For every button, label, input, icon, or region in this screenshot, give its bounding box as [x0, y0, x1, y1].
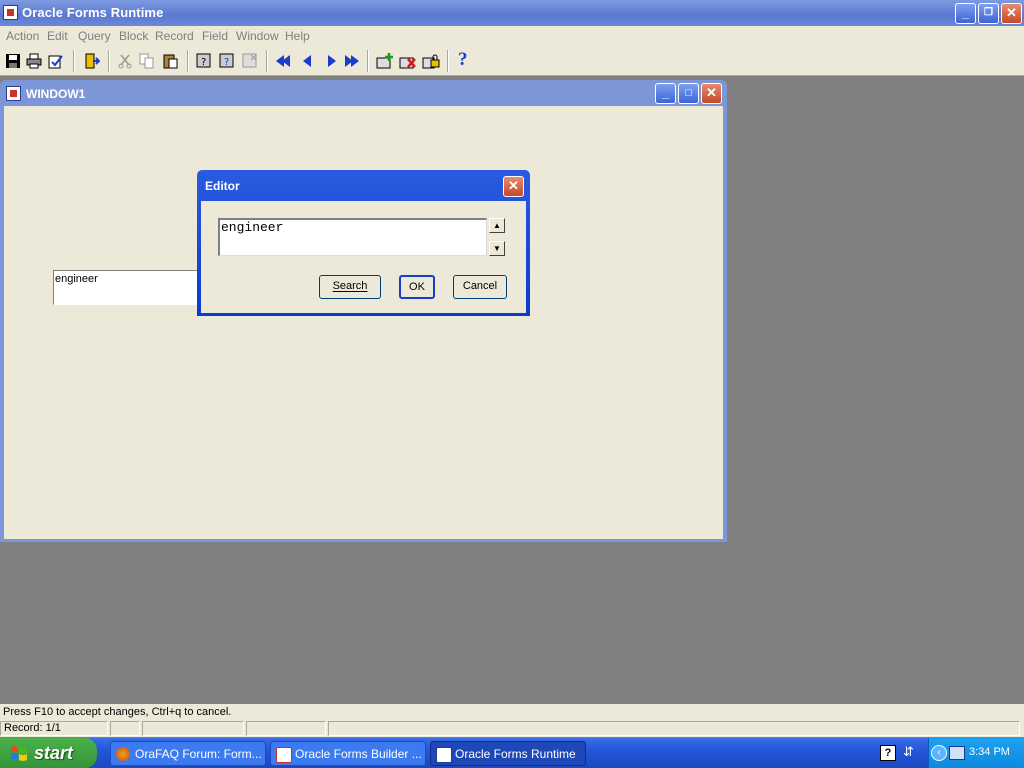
show-hidden-icons-icon[interactable]: ‹ [931, 745, 947, 761]
task-label: OraFAQ Forum: Form... [135, 747, 262, 761]
status-cell [110, 721, 140, 736]
paste-icon[interactable] [162, 53, 178, 69]
copy-icon [139, 53, 155, 69]
help-tray-icon[interactable]: ? [880, 745, 896, 761]
status-message: Press F10 to accept changes, Ctrl+q to c… [3, 706, 232, 718]
menu-action[interactable]: Action [6, 29, 39, 43]
status-cell [142, 721, 244, 736]
status-cell [246, 721, 326, 736]
taskbar-item-forms-runtime[interactable]: Oracle Forms Runtime [430, 741, 586, 766]
window1-icon [6, 86, 21, 101]
menu-bar: Action Edit Query Block Record Field Win… [0, 26, 1024, 46]
app-title: Oracle Forms Runtime [22, 5, 164, 20]
search-button-label: Search [332, 280, 368, 292]
window1-maximize-button[interactable]: □ [678, 83, 699, 104]
forms-runtime-icon [436, 747, 452, 763]
editor-body: engineer ▲ ▼ Search OK Cancel [201, 201, 526, 313]
clock: 3:34 PM [969, 746, 1010, 758]
cut-icon [117, 53, 133, 69]
next-record-icon[interactable] [324, 53, 340, 69]
forms-builder-icon [276, 747, 292, 763]
record-count: Record: 1/1 [4, 722, 61, 734]
notification-tray-icon[interactable]: ⇵ [903, 744, 915, 760]
menu-help[interactable]: Help [285, 29, 310, 43]
svg-text:?: ? [201, 57, 206, 68]
record-indicator: Record: 1/1 [0, 721, 108, 736]
menu-block[interactable]: Block [119, 29, 148, 43]
taskbar-item-forms-builder[interactable]: Oracle Forms Builder ... [270, 741, 426, 766]
search-button[interactable]: Search [319, 275, 381, 299]
editor-textarea[interactable]: engineer [218, 218, 487, 256]
editor-dialog: Editor ✕ engineer ▲ ▼ Search OK Cancel [197, 170, 530, 316]
window1-minimize-button[interactable]: _ [655, 83, 676, 104]
cancel-query-icon [242, 53, 258, 69]
remove-record-icon[interactable] [399, 53, 416, 69]
help-icon[interactable]: ? [458, 50, 474, 69]
task-label: Oracle Forms Runtime [455, 747, 576, 761]
start-button[interactable]: start [0, 738, 97, 768]
insert-record-icon[interactable] [376, 53, 393, 69]
menu-record[interactable]: Record [155, 29, 194, 43]
menu-query[interactable]: Query [78, 29, 111, 43]
last-record-icon[interactable] [344, 53, 360, 69]
close-button[interactable]: ✕ [1001, 3, 1022, 24]
previous-record-icon[interactable] [300, 53, 316, 69]
status-cell [328, 721, 1020, 736]
menu-edit[interactable]: Edit [47, 29, 68, 43]
first-record-icon[interactable] [276, 53, 292, 69]
exit-icon[interactable] [84, 53, 101, 69]
editor-title: Editor [205, 179, 240, 193]
save-icon[interactable] [5, 53, 21, 69]
scroll-up-button[interactable]: ▲ [489, 218, 505, 233]
window1-title: WINDOW1 [26, 87, 86, 101]
toolbar: ? ? ? [0, 46, 1024, 76]
message-line: Press F10 to accept changes, Ctrl+q to c… [0, 704, 1024, 720]
restore-button[interactable]: ❐ [978, 3, 999, 24]
status-bar: Record: 1/1 [0, 720, 1024, 737]
menu-field[interactable]: Field [202, 29, 228, 43]
cancel-button[interactable]: Cancel [453, 275, 507, 299]
scroll-down-button[interactable]: ▼ [489, 241, 505, 256]
windows-logo-icon [11, 746, 27, 761]
lock-record-icon[interactable] [422, 53, 440, 69]
system-tray: ‹ 3:34 PM [928, 738, 1024, 768]
app-title-bar: Oracle Forms Runtime _ ❐ ✕ [0, 0, 1024, 26]
oracle-forms-icon [3, 5, 18, 20]
ok-button[interactable]: OK [399, 275, 435, 299]
svg-text:?: ? [224, 57, 229, 68]
editor-close-button[interactable]: ✕ [503, 176, 524, 197]
firefox-icon [116, 747, 130, 761]
window1-close-button[interactable]: ✕ [701, 83, 722, 104]
taskbar-item-orafaq[interactable]: OraFAQ Forum: Form... [110, 741, 266, 766]
print-icon[interactable] [26, 53, 42, 69]
job-text-field[interactable]: engineer [53, 270, 203, 305]
start-label: start [34, 743, 74, 763]
menu-window[interactable]: Window [236, 29, 279, 43]
window1-title-bar: WINDOW1 _ □ ✕ [0, 80, 727, 106]
enter-query-icon[interactable]: ? [196, 53, 212, 69]
task-label: Oracle Forms Builder ... [295, 747, 422, 761]
network-icon[interactable] [949, 746, 965, 760]
minimize-button[interactable]: _ [955, 3, 976, 24]
print-setup-icon[interactable] [48, 53, 64, 69]
execute-query-icon[interactable]: ? [219, 53, 235, 69]
